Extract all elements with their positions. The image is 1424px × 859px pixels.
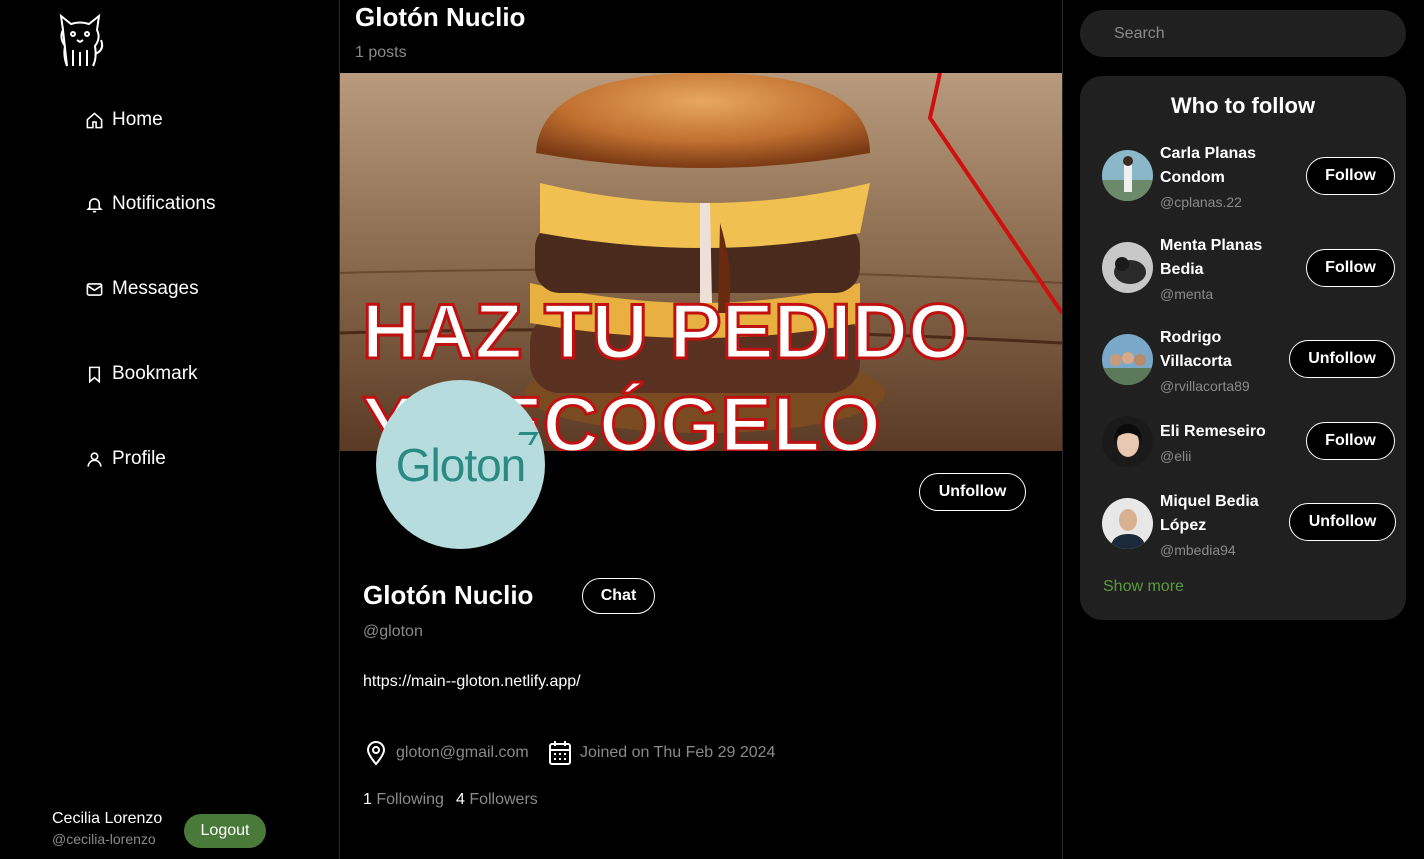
chat-button[interactable]: Chat [582,578,655,614]
home-icon [86,111,103,128]
profile-joined: Joined on Thu Feb 29 2024 [548,740,775,766]
profile-email-text: gloton@gmail.com [396,744,529,761]
suggestion-name[interactable]: Eli Remeseiro [1160,420,1280,444]
page-title: Glotón Nuclio [355,2,526,32]
nav-notifications[interactable]: Notifications [85,193,216,215]
follow-stats: 1 Following 4 Followers [363,791,538,809]
unfollow-button[interactable]: Unfollow [1289,503,1396,541]
following-count: 1 [363,791,372,808]
suggestion-item: Eli Remeseiro @elii Follow [1102,416,1398,486]
current-user-handle: @cecilia-lorenzo [52,831,156,847]
logout-button[interactable]: Logout [184,814,266,848]
follow-button[interactable]: Follow [1306,249,1395,287]
current-user-name: Cecilia Lorenzo [52,810,163,827]
cat-logo-icon[interactable] [55,10,105,68]
avatar[interactable] [1102,242,1153,293]
unfollow-button[interactable]: Unfollow [1289,340,1395,378]
nav-home[interactable]: Home [85,109,163,131]
who-to-follow-title: Who to follow [1170,93,1316,118]
nav-profile[interactable]: Profile [85,448,166,470]
suggestion-handle: @rvillacorta89 [1160,378,1250,394]
follow-button[interactable]: Follow [1306,157,1395,195]
followers-count: 4 [455,791,465,808]
nav-messages[interactable]: Messages [85,278,199,300]
posts-count: 1 posts [355,44,407,61]
following-label: Following [376,791,444,808]
calendar-icon [549,741,571,765]
profile-avatar: Gloton [376,380,545,549]
suggestion-name[interactable]: Rodrigo Villacorta [1160,326,1280,374]
suggestion-item: Carla Planas Condom @cplanas.22 Follow [1102,145,1398,220]
profile-email: gloton@gmail.com [364,740,529,766]
avatar[interactable] [1102,334,1153,385]
who-to-follow-panel: Who to follow Carla Planas Condom @cplan… [1080,76,1406,620]
suggestion-handle: @cplanas.22 [1160,194,1242,210]
suggestion-name[interactable]: Miquel Bedia López [1160,490,1280,538]
bookmark-icon [88,366,101,383]
profile-name: Glotón Nuclio [363,580,534,610]
suggestion-handle: @mbedia94 [1160,542,1236,558]
following-stat[interactable]: 1 Following [363,791,444,809]
unfollow-button[interactable]: Unfollow [919,473,1026,511]
profile-avatar-logo: Gloton [395,438,527,491]
avatar[interactable] [1102,416,1153,467]
left-sidebar: Home Notifications Messages Bookmark Pro… [0,0,340,859]
suggestion-item: Menta Planas Bedia @menta Follow [1102,237,1398,312]
follow-button[interactable]: Follow [1306,422,1395,460]
suggestion-handle: @menta [1160,286,1214,302]
suggestion-handle: @elii [1160,448,1192,464]
user-icon [87,451,102,467]
banner-text-line1: HAZ TU PEDIDO [362,287,969,375]
suggestion-name[interactable]: Carla Planas Condom [1160,142,1280,190]
suggestion-name[interactable]: Menta Planas Bedia [1160,234,1280,282]
followers-stat[interactable]: 4 Followers [456,791,538,809]
nav-notifications-label: Notifications [112,193,216,214]
show-more-link[interactable]: Show more [1103,578,1184,596]
profile-main: Glotón Nuclio 1 posts HAZ TU PEDIDO Y RE… [340,0,1063,859]
profile-joined-text: Joined on Thu Feb 29 2024 [580,744,776,761]
current-user: Cecilia Lorenzo @cecilia-lorenzo [52,810,162,847]
nav-profile-label: Profile [112,448,166,469]
avatar[interactable] [1102,498,1153,549]
nav-messages-label: Messages [112,278,199,299]
nav-bookmark[interactable]: Bookmark [85,363,198,385]
profile-handle: @gloton [363,623,423,640]
suggestion-item: Rodrigo Villacorta @rvillacorta89 Unfoll… [1102,329,1398,404]
profile-website-link[interactable]: https://main--gloton.netlify.app/ [363,673,581,691]
nav-home-label: Home [112,109,163,130]
nav-bookmark-label: Bookmark [112,363,198,384]
mail-icon [86,282,103,296]
search-input[interactable] [1080,10,1406,57]
avatar[interactable] [1102,150,1153,201]
suggestion-item: Miquel Bedia López @mbedia94 Unfollow [1102,493,1398,568]
location-pin-icon [366,741,386,766]
bell-icon [86,197,103,212]
followers-label: Followers [469,791,538,808]
